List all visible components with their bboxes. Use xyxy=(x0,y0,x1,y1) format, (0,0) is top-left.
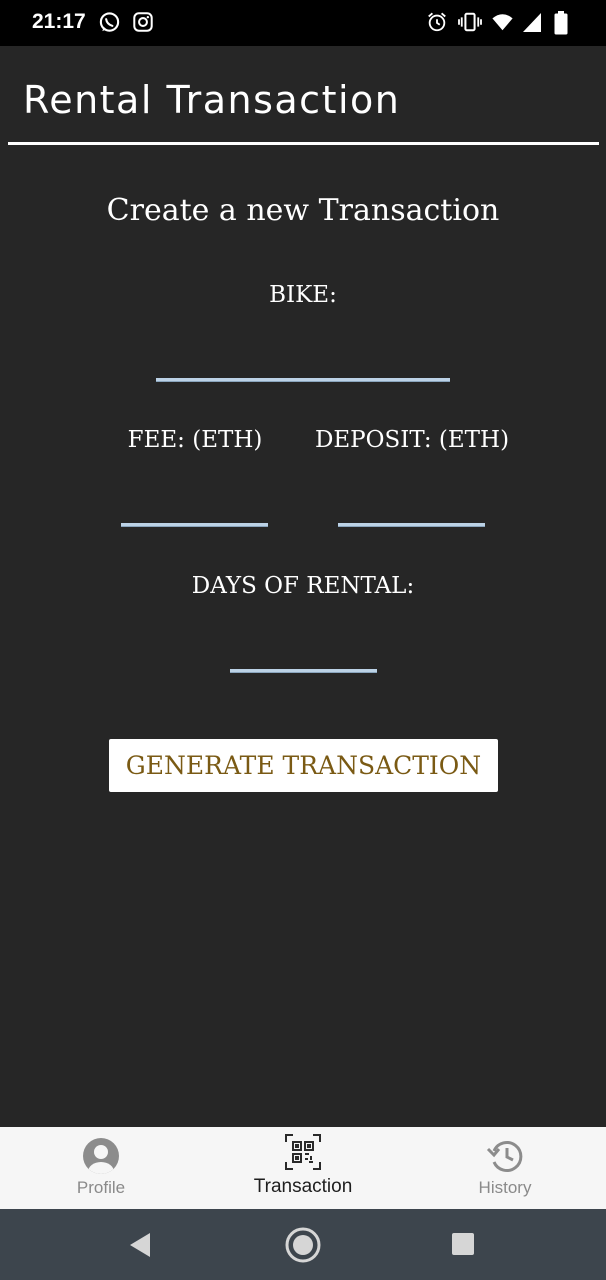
bike-input[interactable] xyxy=(156,346,454,378)
battery-icon xyxy=(554,11,568,39)
profile-icon xyxy=(82,1137,120,1180)
nav-item-profile[interactable]: Profile xyxy=(0,1127,202,1209)
whatsapp-icon xyxy=(98,11,121,38)
deposit-label: DEPOSIT: (ETH) xyxy=(314,427,510,453)
deposit-field[interactable] xyxy=(338,491,489,527)
nav-label-profile: Profile xyxy=(76,1178,126,1197)
app-title: Rental Transaction xyxy=(23,78,401,122)
instagram-icon xyxy=(132,11,154,37)
alarm-icon xyxy=(426,11,448,37)
recents-icon[interactable] xyxy=(451,1232,475,1260)
nav-label-history: History xyxy=(478,1178,532,1197)
title-divider xyxy=(8,142,599,145)
status-time: 21:17 xyxy=(32,10,86,33)
bottom-nav: Profile Transaction History xyxy=(0,1127,606,1209)
qr-code-icon xyxy=(285,1134,321,1175)
status-bar: 21:17 xyxy=(0,0,606,46)
wifi-icon xyxy=(491,11,514,37)
nav-item-transaction[interactable]: Transaction xyxy=(202,1127,404,1209)
nav-label-transaction: Transaction xyxy=(253,1176,353,1197)
bike-label: BIKE: xyxy=(269,282,337,308)
signal-icon xyxy=(522,11,542,37)
vibrate-icon xyxy=(458,11,482,37)
form-heading: Create a new Transaction xyxy=(106,193,500,228)
home-icon[interactable] xyxy=(285,1227,321,1267)
system-nav-bar xyxy=(0,1209,606,1280)
fee-input[interactable] xyxy=(121,491,272,523)
days-field[interactable] xyxy=(230,637,381,673)
fee-label: FEE: (ETH) xyxy=(127,427,263,453)
generate-transaction-button[interactable]: GENERATE TRANSACTION xyxy=(109,739,498,792)
days-input[interactable] xyxy=(230,637,381,669)
bike-field[interactable] xyxy=(156,346,454,382)
deposit-input[interactable] xyxy=(338,491,489,523)
days-label: DAYS OF RENTAL: xyxy=(191,573,415,599)
fee-field[interactable] xyxy=(121,491,272,527)
back-icon[interactable] xyxy=(128,1232,152,1262)
nav-item-history[interactable]: History xyxy=(404,1127,606,1209)
history-icon xyxy=(486,1138,524,1179)
